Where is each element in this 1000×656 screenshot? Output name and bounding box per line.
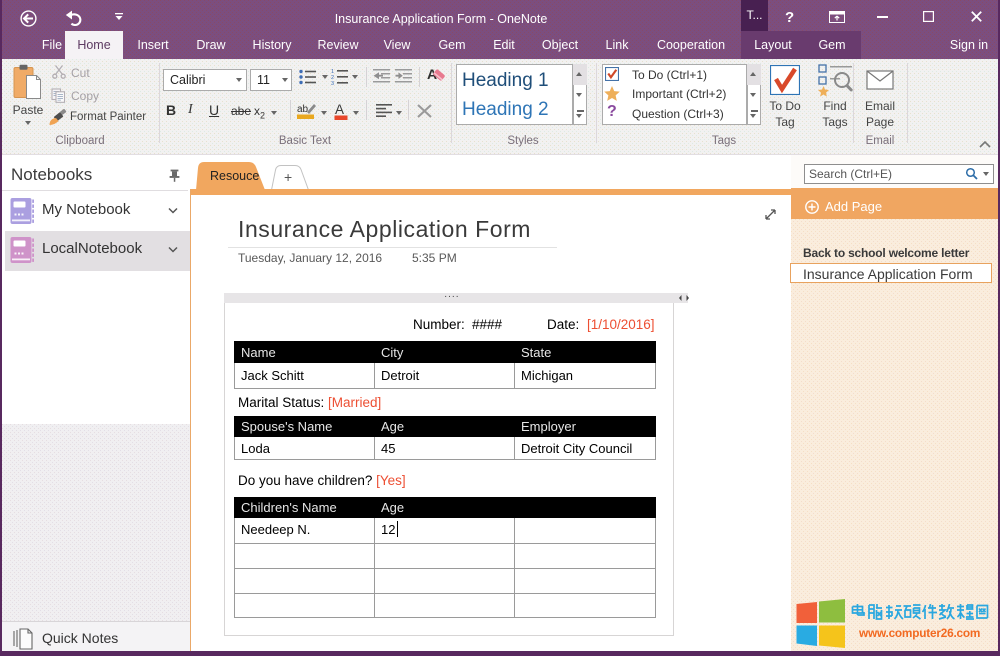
svg-text:3: 3	[331, 81, 334, 85]
svg-text:ab: ab	[297, 104, 309, 115]
svg-text:A: A	[335, 102, 344, 117]
